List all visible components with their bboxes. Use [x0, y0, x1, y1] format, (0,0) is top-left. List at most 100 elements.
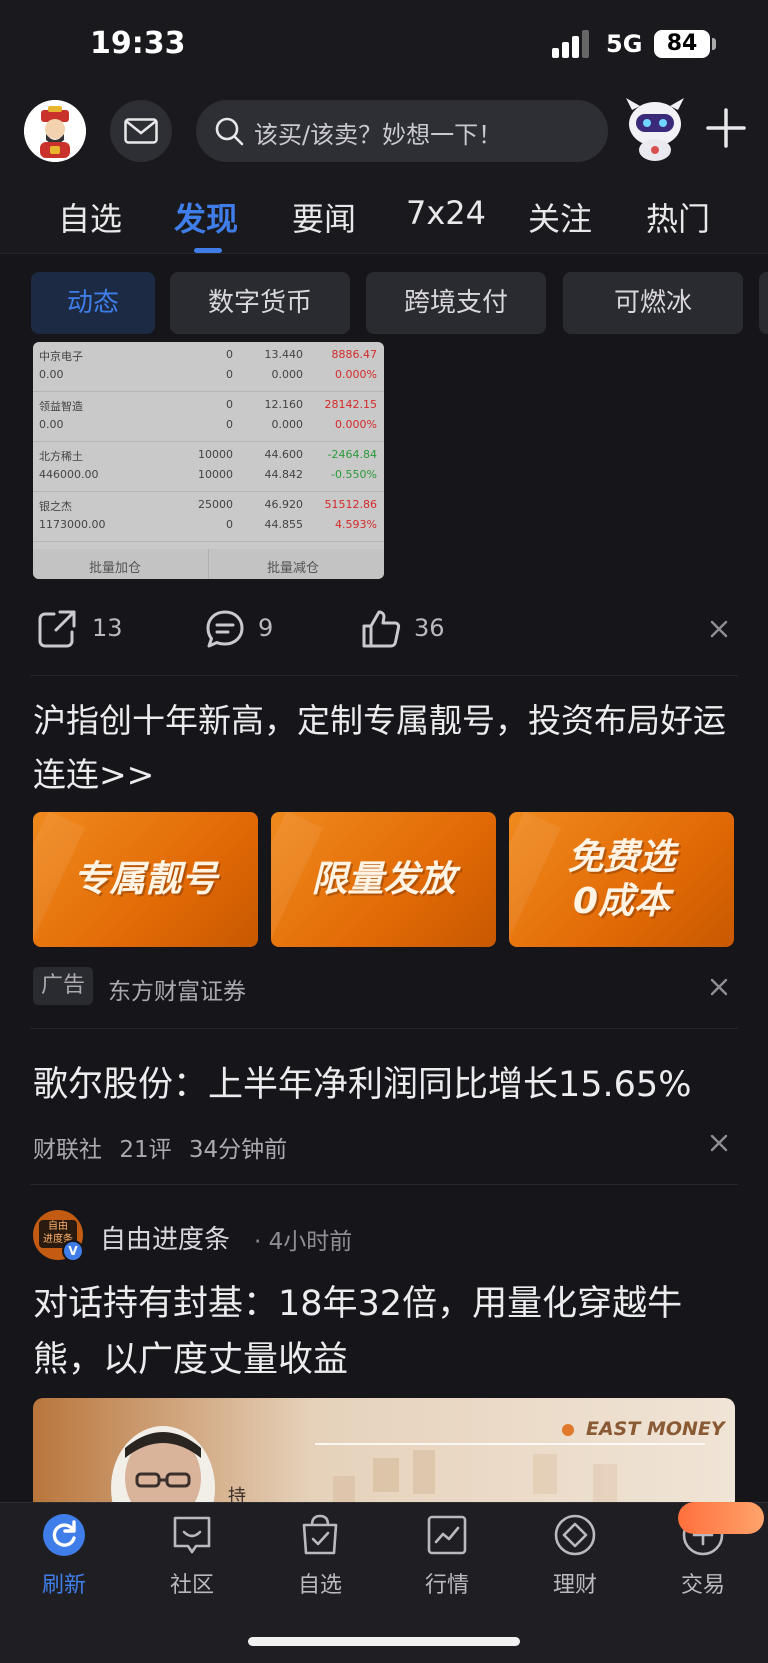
ad-banner-text: 专属靓号 [73, 858, 218, 900]
ad-banner-2[interactable]: 限量发放 [271, 812, 496, 947]
chip-more[interactable] [759, 272, 768, 334]
nav-refresh[interactable]: 刷新 [19, 1513, 109, 1599]
active-tab-indicator [194, 248, 222, 253]
avatar[interactable] [24, 100, 86, 162]
ad-label-badge: 广告 [33, 967, 93, 1005]
verified-badge-icon: V [62, 1240, 84, 1262]
tab-hot[interactable]: 热门 [646, 194, 710, 240]
post-cover-image[interactable] [33, 1398, 735, 1508]
stock-pnl: 51512.86 [324, 498, 378, 511]
cover-brand-text: EAST MONEY [586, 1418, 725, 1440]
chip-dynamic[interactable]: 动态 [31, 272, 155, 334]
stock-price: 13.440 [264, 348, 304, 361]
stock-qty: 10000 [198, 448, 233, 461]
tab-7x24[interactable]: 7x24 [406, 194, 486, 232]
refresh-icon [43, 1514, 85, 1556]
ad-banner-1[interactable]: 专属靓号 [33, 812, 258, 947]
add-icon[interactable] [702, 104, 750, 152]
chip-cross-border-payment[interactable]: 跨境支付 [366, 272, 546, 334]
status-time: 19:33 [90, 26, 186, 61]
cover-illustration [111, 1426, 705, 1508]
stock-pnl: -2464.84 [327, 448, 377, 461]
ad-banner-3[interactable]: 免费选 0成本 [509, 812, 734, 947]
nav-watchlist[interactable]: 自选 [275, 1513, 365, 1599]
news-headline[interactable]: 歌尔股份：上半年净利润同比增长15.65% [33, 1056, 691, 1107]
tab-watchlist[interactable]: 自选 [58, 194, 122, 240]
signal-icon [552, 30, 589, 58]
like-count: 36 [414, 614, 445, 642]
nav-wealth[interactable]: 理财 [530, 1513, 620, 1599]
stock-available: 0 [226, 368, 233, 381]
stock-pnl: 8886.47 [331, 348, 378, 361]
ai-robot-icon[interactable] [620, 94, 690, 164]
stock-value: 0.00 [39, 418, 64, 431]
portfolio-row: 北方稀土 10000 44.600 -2464.84 446000.00 100… [33, 442, 384, 492]
tab-follow[interactable]: 关注 [528, 194, 592, 240]
post-action-bar: 13 9 36 [0, 600, 768, 660]
nav-market[interactable]: 行情 [402, 1513, 492, 1599]
dismiss-icon[interactable] [708, 976, 730, 998]
author-name[interactable]: 自由进度条 [100, 1219, 230, 1256]
button-divider [208, 549, 209, 579]
dismiss-icon[interactable] [708, 618, 730, 640]
news-meta: 财联社 21评 34分钟前 [33, 1130, 287, 1164]
nav-label: 刷新 [41, 1573, 86, 1598]
stock-pnl-pct: 0.000% [335, 368, 377, 381]
like-icon[interactable] [360, 608, 402, 650]
search-icon [215, 117, 244, 146]
ad-banner-text: 免费选 0成本 [567, 836, 676, 922]
stock-cost: 44.842 [264, 468, 304, 481]
message-button[interactable] [110, 100, 172, 162]
tab-news[interactable]: 要闻 [292, 194, 356, 240]
community-icon [173, 1516, 211, 1554]
fortune-god-icon [24, 100, 86, 162]
comment-icon[interactable] [204, 608, 246, 650]
network-type: 5G [606, 30, 643, 58]
stock-qty: 25000 [198, 498, 233, 511]
stock-name: 中京电子 [39, 350, 83, 363]
market-icon [427, 1515, 467, 1555]
share-icon[interactable] [36, 608, 78, 650]
home-indicator [248, 1637, 520, 1646]
stock-cost: 0.000 [271, 368, 304, 381]
ad-banner-text: 限量发放 [311, 858, 456, 900]
app-header: 该买/该卖？妙想一下！ [0, 90, 768, 174]
stock-cost: 44.855 [264, 518, 304, 531]
nav-community[interactable]: 社区 [147, 1513, 237, 1599]
stock-pnl-pct: 4.593% [335, 518, 377, 531]
dismiss-icon[interactable] [708, 1132, 730, 1154]
stock-name: 北方稀土 [39, 450, 83, 463]
divider [30, 1028, 738, 1029]
stock-name: 银之杰 [39, 500, 72, 513]
stock-qty: 0 [226, 398, 233, 411]
portfolio-screenshot-image[interactable]: 中京电子 0 13.440 8886.47 0.00 0 0.000 0.000… [33, 342, 384, 579]
stock-available: 0 [226, 418, 233, 431]
nav-label: 理财 [552, 1573, 597, 1598]
share-count: 13 [92, 614, 123, 642]
floating-promo-pill[interactable] [678, 1502, 764, 1534]
batch-add-button: 批量加仓 [89, 561, 142, 576]
battery-tip [712, 38, 716, 50]
stock-available: 10000 [198, 468, 233, 481]
stock-price: 12.160 [264, 398, 304, 411]
stock-pnl-pct: -0.550% [331, 468, 377, 481]
stock-value: 446000.00 [39, 468, 99, 481]
search-placeholder: 该买/该卖？妙想一下！ [254, 121, 503, 149]
stock-cost: 0.000 [271, 418, 304, 431]
stock-qty: 0 [226, 348, 233, 361]
divider [30, 675, 738, 676]
tab-discover[interactable]: 发现 [174, 194, 238, 240]
nav-label: 自选 [297, 1573, 342, 1598]
stock-price: 46.920 [264, 498, 304, 511]
nav-label: 社区 [169, 1573, 214, 1598]
ad-title[interactable]: 沪指创十年新高，定制专属靓号，投资布局好运连连>> [33, 694, 733, 802]
stock-name: 领益智造 [39, 400, 83, 413]
search-bar[interactable]: 该买/该卖？妙想一下！ [196, 100, 608, 162]
battery-icon: 84 [654, 30, 710, 58]
divider [30, 1184, 738, 1185]
comment-count: 9 [258, 614, 274, 642]
post-title[interactable]: 对话持有封基：18年32倍，用量化穿越牛熊，以广度丈量收益 [33, 1276, 733, 1388]
news-source: 财联社 [33, 1137, 102, 1163]
chip-combustible-ice[interactable]: 可燃冰 [563, 272, 743, 334]
chip-digital-currency[interactable]: 数字货币 [170, 272, 350, 334]
